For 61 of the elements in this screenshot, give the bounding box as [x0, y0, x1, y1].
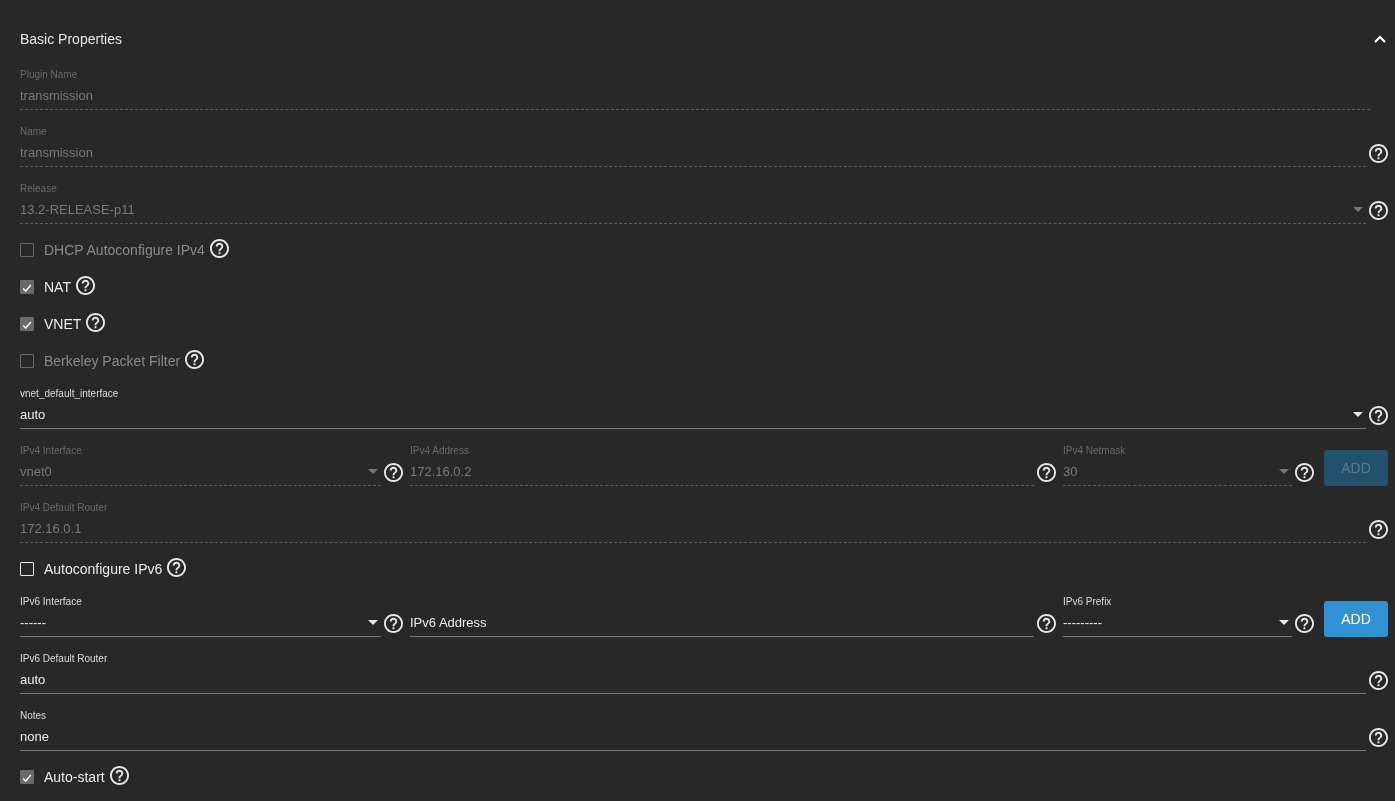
checkbox[interactable]: [20, 770, 34, 784]
field-value: none: [20, 728, 50, 744]
field-label: IPv4 Netmask: [1063, 444, 1127, 457]
field-value: vnet0: [20, 463, 53, 479]
help-icon[interactable]: [209, 238, 229, 258]
field-label: IPv6 Default Router: [20, 652, 109, 665]
field-label: IPv6 Interface: [20, 595, 83, 608]
help-icon[interactable]: [384, 614, 403, 633]
checkbox[interactable]: [20, 280, 34, 294]
input-field[interactable]: Notes none: [20, 709, 1366, 751]
dropdown-caret-icon: [1279, 619, 1289, 625]
input-field[interactable]: IPv6 Address: [410, 595, 1034, 637]
field-label: Release: [20, 182, 58, 195]
field-label: IPv6 Prefix: [1063, 595, 1113, 608]
dropdown-caret-icon: [1353, 411, 1363, 417]
input-field[interactable]: IPv6 Default Router auto: [20, 652, 1366, 694]
section-title: Basic Properties: [20, 31, 122, 47]
field-label: IPv4 Address: [410, 444, 470, 457]
field-label: Notes: [20, 709, 48, 722]
help-icon[interactable]: [75, 275, 95, 295]
field-value: ---------: [1063, 614, 1103, 630]
help-icon[interactable]: [1369, 671, 1388, 690]
field-value: auto: [20, 671, 47, 687]
dropdown-caret-icon: [368, 468, 378, 474]
select-field[interactable]: vnet_default_interface auto: [20, 387, 1366, 429]
select-field[interactable]: IPv6 Interface ------: [20, 595, 381, 637]
field-value: ------: [20, 614, 47, 630]
checkbox-label: Autoconfigure IPv6: [44, 561, 163, 577]
help-icon[interactable]: [167, 557, 187, 577]
help-icon[interactable]: [1369, 728, 1388, 747]
field-label: vnet_default_interface: [20, 387, 120, 400]
field-value: transmission: [20, 87, 94, 103]
add-button[interactable]: ADD: [1324, 601, 1388, 637]
checkbox[interactable]: [20, 317, 34, 331]
collapse-chevron-icon[interactable]: [1374, 35, 1386, 43]
field-value: 30: [1063, 463, 1079, 479]
field-label: Name: [20, 125, 48, 138]
checkbox-label: Auto-start: [44, 769, 105, 785]
checkbox-label: Berkeley Packet Filter: [44, 353, 181, 369]
field-label: IPv4 Interface: [20, 444, 83, 457]
field-label: Plugin Name: [20, 68, 79, 81]
help-icon[interactable]: [1295, 614, 1314, 633]
field-value: auto: [20, 406, 47, 422]
field-label: IPv4 Default Router: [20, 501, 109, 514]
field-value: 172.16.0.2: [410, 463, 473, 479]
field-placeholder: IPv6 Address: [410, 614, 488, 630]
select-field[interactable]: IPv6 Prefix ---------: [1063, 595, 1292, 637]
dropdown-caret-icon: [1279, 468, 1289, 474]
field-value: 172.16.0.1: [20, 520, 83, 536]
field-value: transmission: [20, 144, 94, 160]
help-icon[interactable]: [109, 765, 129, 785]
dropdown-caret-icon: [368, 619, 378, 625]
dropdown-caret-icon: [1353, 206, 1363, 212]
checkbox-label: VNET: [44, 316, 82, 332]
checkbox-label: DHCP Autoconfigure IPv4: [44, 242, 205, 258]
field-value: 13.2-RELEASE-p11: [20, 201, 136, 217]
help-icon[interactable]: [1369, 406, 1388, 425]
help-icon[interactable]: [185, 349, 205, 369]
help-icon[interactable]: [1037, 614, 1056, 633]
help-icon[interactable]: [86, 312, 106, 332]
checkbox-label: NAT: [44, 279, 71, 295]
